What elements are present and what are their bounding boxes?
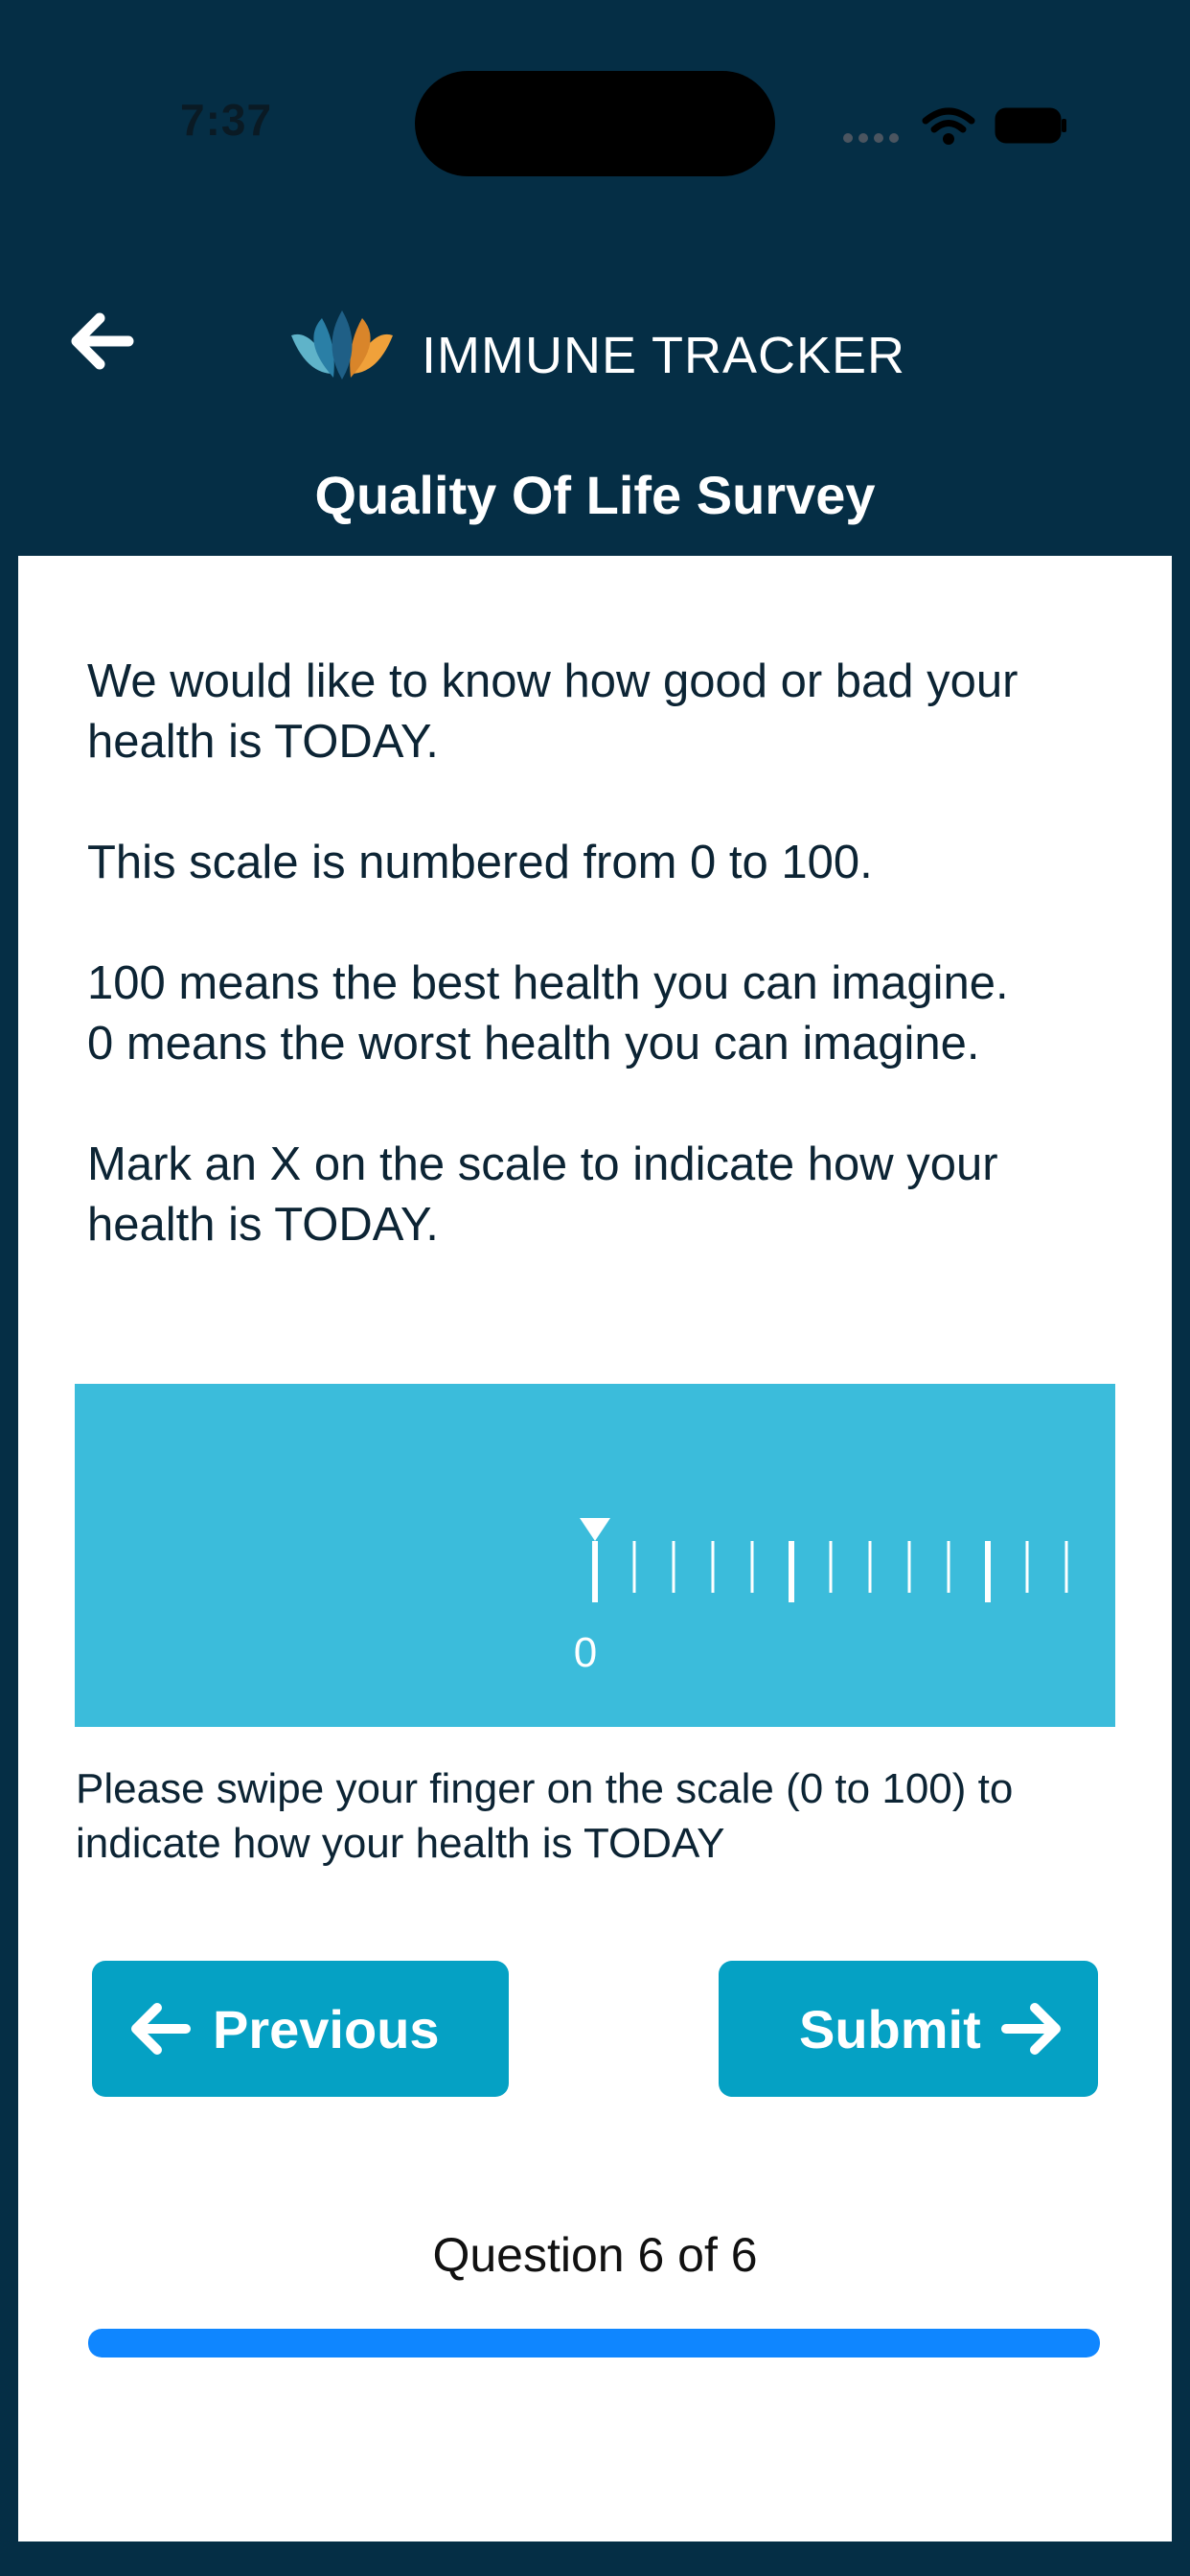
- intro-paragraph-2: This scale is numbered from 0 to 100.: [87, 837, 873, 888]
- previous-button[interactable]: Previous: [92, 1961, 509, 2097]
- app-title: IMMUNE TRACKER: [422, 327, 906, 384]
- battery-icon: [995, 107, 1066, 144]
- status-time: 7:37: [180, 95, 273, 145]
- previous-button-label: Previous: [213, 1998, 440, 2059]
- page-title: Quality Of Life Survey: [314, 465, 876, 525]
- dynamic-island: [415, 71, 775, 176]
- lotus-logo-icon: [291, 310, 393, 380]
- arrow-left-icon: [128, 2000, 192, 2058]
- question-counter: Question 6 of 6: [432, 2228, 758, 2282]
- scale-instructions: Please swipe your finger on the scale (0…: [76, 1765, 1014, 1867]
- intro-best-health: 100 means the best health you can imagin…: [87, 957, 1009, 1009]
- submit-button[interactable]: Submit: [719, 1961, 1098, 2097]
- wifi-icon: [922, 107, 975, 145]
- intro-paragraph-1: We would like to know how good or bad yo…: [87, 656, 1018, 768]
- scale-current-value: 0: [573, 1629, 598, 1676]
- intro-text: We would like to know how good or bad yo…: [87, 652, 1122, 1316]
- progress-bar-fill: [88, 2329, 1100, 2358]
- signal-dots-icon: [843, 130, 904, 148]
- status-bar: 7:37: [0, 0, 1190, 176]
- intro-paragraph-4: Mark an X on the scale to indicate how y…: [87, 1138, 998, 1251]
- scale-pointer-icon: [580, 1518, 610, 1541]
- back-arrow-icon[interactable]: [67, 310, 136, 372]
- survey-card: We would like to know how good or bad yo…: [18, 556, 1172, 2542]
- intro-worst-health: 0 means the worst health you can imagine…: [87, 1018, 980, 1070]
- arrow-right-icon: [1000, 2000, 1064, 2058]
- progress-bar: [88, 2329, 1100, 2358]
- health-scale-slider[interactable]: 0: [75, 1384, 1115, 1727]
- intro-paragraph-3: 100 means the best health you can imagin…: [87, 954, 1122, 1074]
- submit-button-label: Submit: [799, 1998, 981, 2059]
